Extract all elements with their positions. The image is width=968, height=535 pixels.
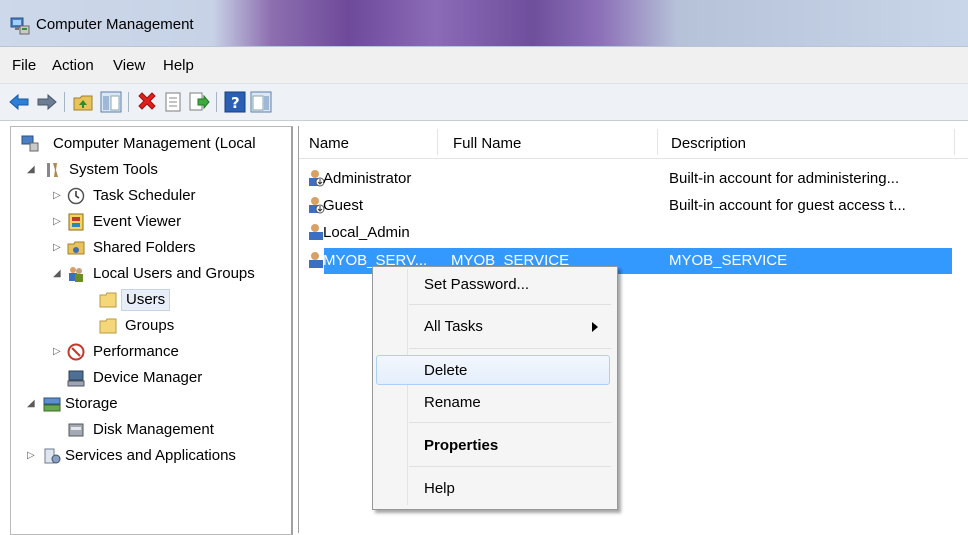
menu-help[interactable]: Help [163,57,194,74]
toolbar: ? [0,83,968,121]
column-header-name[interactable]: Name [309,135,349,152]
tree-label: Shared Folders [93,239,196,256]
export-list-icon[interactable] [188,91,210,113]
device-manager-icon [67,370,85,387]
folder-icon [99,292,117,308]
folder-icon [99,318,117,334]
collapsed-arrow-icon[interactable]: ▷ [53,346,61,357]
expanded-arrow-icon[interactable]: ◢ [27,398,35,409]
forward-arrow-icon[interactable] [36,91,58,113]
tree-label: Services and Applications [65,447,236,464]
menu-bar: File Action View Help [0,46,968,83]
expanded-arrow-icon[interactable]: ◢ [53,268,61,279]
menu-item-help[interactable]: Help [376,474,612,504]
navigation-tree: Computer Management (Local ◢ System Tool… [10,126,293,535]
submenu-arrow-icon [592,322,598,332]
description-cell: Built-in account for guest access t... [669,197,906,214]
description-cell: Built-in account for administering... [669,170,900,187]
menu-separator [409,422,611,423]
menu-item-label: Help [424,480,455,497]
back-arrow-icon[interactable] [8,91,30,113]
menu-view[interactable]: View [113,57,145,74]
performance-icon [67,343,85,361]
collapsed-arrow-icon[interactable]: ▷ [53,242,61,253]
computer-management-icon [21,135,39,152]
storage-icon [43,397,61,412]
tree-label: Computer Management (Local [53,135,256,152]
tree-label: Task Scheduler [93,187,196,204]
tree-label: Device Manager [93,369,203,386]
toolbar-separator [64,92,65,112]
computer-management-icon [10,17,30,35]
show-hide-tree-icon[interactable] [100,91,122,113]
window-title: Computer Management [36,16,194,33]
shared-folder-icon [67,241,85,255]
event-viewer-icon [68,213,84,231]
toolbar-separator [216,92,217,112]
table-row[interactable]: Guest Built-in account for guest access … [299,193,968,219]
description-cell: MYOB_SERVICE [669,252,788,269]
tree-label: Event Viewer [93,213,182,230]
help-icon[interactable]: ? [224,91,246,113]
tree-label: Groups [125,317,175,334]
collapsed-arrow-icon[interactable]: ▷ [53,216,61,227]
column-divider[interactable] [657,129,658,155]
menu-item-label: All Tasks [424,318,483,335]
user-name-cell: Local_Admin [323,224,410,241]
tree-label: Users [121,289,171,311]
action-pane-icon[interactable] [250,91,272,113]
up-folder-icon[interactable] [72,91,94,113]
table-row[interactable]: Administrator Built-in account for admin… [299,166,968,192]
disk-management-icon [68,423,84,437]
collapsed-arrow-icon[interactable]: ▷ [27,450,35,461]
menu-item-all-tasks[interactable]: All Tasks [376,312,612,342]
column-header-description[interactable]: Description [671,135,746,152]
properties-icon[interactable] [162,91,184,113]
user-name-cell: Guest [323,197,364,214]
menu-item-delete[interactable]: Delete [376,355,610,385]
menu-action[interactable]: Action [52,57,94,74]
users-group-icon [69,267,83,282]
tree-label: Disk Management [93,421,214,438]
menu-item-label: Properties [424,437,499,454]
menu-separator [409,304,611,305]
services-icon [44,448,61,464]
expanded-arrow-icon[interactable]: ◢ [27,164,35,175]
clock-icon [67,187,85,205]
context-menu: Set Password... All Tasks Delete Rename … [372,266,618,510]
column-divider[interactable] [954,129,955,155]
column-header-full-name[interactable]: Full Name [453,135,521,152]
title-bar[interactable]: Computer Management [0,0,968,46]
column-divider[interactable] [437,129,438,155]
menu-separator [409,466,611,467]
menu-file[interactable]: File [12,57,36,74]
tree-label: System Tools [69,161,158,178]
computer-management-window: Computer Management File Action View Hel… [0,0,968,535]
menu-item-label: Rename [424,394,481,411]
user-name-cell: Administrator [323,170,412,187]
menu-item-rename[interactable]: Rename [376,388,612,418]
tree-label: Storage [65,395,118,412]
menu-item-label: Delete [424,362,468,379]
tools-icon [47,163,58,177]
menu-gutter [407,269,408,505]
list-header: Name Full Name Description [299,126,968,159]
toolbar-separator [128,92,129,112]
tree-label: Local Users and Groups [93,265,255,282]
tree-label: Performance [93,343,179,360]
menu-item-set-password[interactable]: Set Password... [376,270,612,300]
menu-item-properties[interactable]: Properties [376,431,612,461]
delete-icon[interactable] [136,91,158,113]
table-row[interactable]: Local_Admin [299,220,968,246]
svg-text:?: ? [231,94,240,112]
menu-separator [409,348,611,349]
collapsed-arrow-icon[interactable]: ▷ [53,190,61,201]
menu-item-label: Set Password... [424,276,530,293]
